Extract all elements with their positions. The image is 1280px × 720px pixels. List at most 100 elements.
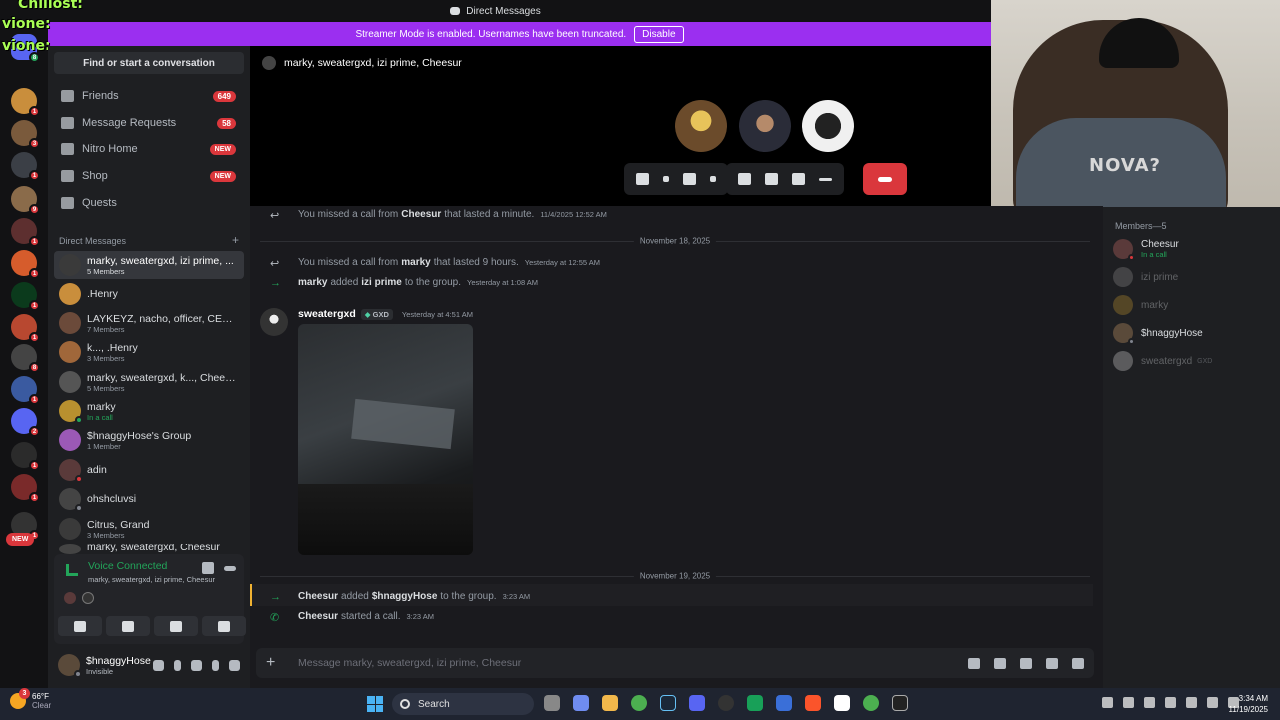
terminal-icon[interactable] <box>892 695 908 711</box>
nav-friends[interactable]: Friends 649 <box>54 84 244 108</box>
gear-icon[interactable] <box>229 659 240 671</box>
nav-message-requests[interactable]: Message Requests 58 <box>54 111 244 135</box>
server-icon[interactable]: 9 <box>11 186 40 215</box>
image-attachment[interactable] <box>298 324 473 555</box>
message-user[interactable]: Cheesur <box>298 611 338 622</box>
camera-button[interactable] <box>58 616 102 636</box>
chevron-down-icon[interactable] <box>710 176 716 182</box>
chrome-icon[interactable] <box>631 695 647 711</box>
add-attachment-button[interactable]: + <box>266 654 284 672</box>
chevron-down-icon[interactable] <box>174 659 181 671</box>
server-icon[interactable]: 1 <box>11 250 40 279</box>
screen-share-icon[interactable] <box>738 173 751 185</box>
server-icon[interactable]: 1 <box>11 88 40 117</box>
nav-quests[interactable]: Quests <box>54 191 244 215</box>
clock[interactable]: 3:34 AM 11/19/2025 <box>1222 693 1268 715</box>
powershell-icon[interactable] <box>776 695 792 711</box>
app-icon[interactable] <box>747 695 763 711</box>
taskbar-search[interactable]: Search <box>392 693 534 715</box>
participant-tile[interactable] <box>802 100 854 152</box>
message-input[interactable] <box>298 657 898 669</box>
message-user[interactable]: izi prime <box>361 277 402 288</box>
dm-item[interactable]: ohshcluvsi <box>54 485 244 513</box>
soundboard-icon[interactable] <box>792 173 805 185</box>
server-icon[interactable]: 1 <box>11 442 40 471</box>
more-icon[interactable] <box>819 177 832 181</box>
headphones-icon[interactable] <box>191 659 202 671</box>
sticker-icon[interactable] <box>1020 657 1032 669</box>
home-button[interactable]: 8 <box>11 34 40 63</box>
chevron-up-icon[interactable] <box>1102 697 1113 708</box>
member-item[interactable]: $hnaggyHose <box>1113 321 1273 345</box>
chrome-icon[interactable] <box>863 695 879 711</box>
chevron-down-icon[interactable] <box>663 176 669 182</box>
participant-tile[interactable] <box>739 100 791 152</box>
app-icon[interactable] <box>834 695 850 711</box>
microphone-icon[interactable] <box>636 173 649 185</box>
member-item[interactable]: izi prime <box>1113 265 1273 289</box>
dm-item[interactable]: LAYKEYZ, nacho, officer, CEO... 7 Members <box>54 309 244 337</box>
find-conversation-button[interactable]: Find or start a conversation <box>54 52 244 74</box>
message-user[interactable]: marky <box>401 257 430 268</box>
dm-item[interactable]: marky, sweatergxd, izi prime, ... 5 Membe… <box>54 251 244 279</box>
emoji-icon[interactable] <box>1046 657 1058 669</box>
gift-icon[interactable] <box>968 657 980 669</box>
server-icon[interactable]: 1 <box>11 218 40 247</box>
tray-app-icon[interactable] <box>1165 697 1176 708</box>
server-icon[interactable]: 2 <box>11 408 40 437</box>
chevron-down-icon[interactable] <box>212 659 219 671</box>
nav-nitro-home[interactable]: Nitro Home NEW <box>54 137 244 161</box>
server-icon[interactable]: 1 <box>11 152 40 181</box>
create-dm-button[interactable]: + <box>232 234 239 246</box>
member-item[interactable]: Cheesur In a call <box>1113 237 1273 261</box>
message-user[interactable]: marky <box>298 277 327 288</box>
member-item[interactable]: marky <box>1113 293 1273 317</box>
server-icon[interactable]: 8 <box>11 344 40 373</box>
dm-item[interactable]: k..., .Henry 3 Members <box>54 338 244 366</box>
user-panel[interactable]: $hnaggyHose Invisible <box>54 648 244 682</box>
server-icon[interactable]: 1 <box>11 282 40 311</box>
file-explorer-icon[interactable] <box>602 695 618 711</box>
dm-item[interactable]: marky, sweatergxd, Cheesur <box>54 544 244 554</box>
tray-app-icon[interactable] <box>1123 697 1134 708</box>
server-icon[interactable]: 1 <box>11 314 40 343</box>
weather-widget[interactable]: 3 66°F Clear <box>10 688 51 710</box>
dm-item[interactable]: .Henry <box>54 280 244 308</box>
microphone-icon[interactable] <box>153 659 164 671</box>
disable-streamer-mode-button[interactable]: Disable <box>634 25 684 43</box>
message-user[interactable]: Cheesur <box>401 209 441 220</box>
nav-shop[interactable]: Shop NEW <box>54 164 244 188</box>
noise-suppression-icon[interactable] <box>202 562 214 574</box>
task-view-icon[interactable] <box>544 695 560 711</box>
dm-item[interactable]: Citrus, Grand 3 Members <box>54 515 244 543</box>
message-user[interactable]: $hnaggyHose <box>372 591 438 602</box>
activities-icon[interactable] <box>765 173 778 185</box>
server-icon[interactable]: 1 <box>11 376 40 405</box>
server-icon[interactable]: 3 <box>11 120 40 149</box>
dm-item[interactable]: marky, sweatergxd, k..., Chees... 5 Membe… <box>54 368 244 396</box>
message-author[interactable]: sweatergxd <box>298 308 356 320</box>
soundboard-button[interactable] <box>202 616 246 636</box>
leave-call-button[interactable] <box>863 163 907 195</box>
message-user[interactable]: Cheesur <box>298 591 338 602</box>
steam-icon[interactable] <box>660 695 676 711</box>
participant-tile[interactable] <box>675 100 727 152</box>
avatar[interactable] <box>260 308 288 336</box>
tray-app-icon[interactable] <box>1144 697 1155 708</box>
camera-off-icon[interactable] <box>683 173 696 185</box>
discord-icon[interactable] <box>689 695 705 711</box>
start-button[interactable] <box>367 696 383 712</box>
gif-icon[interactable] <box>994 657 1006 669</box>
wifi-icon[interactable] <box>1207 697 1218 708</box>
voice-status[interactable]: Voice Connected <box>88 560 167 572</box>
microphone-icon[interactable] <box>1186 697 1197 708</box>
dm-item[interactable]: marky In a call <box>54 397 244 425</box>
disconnect-icon[interactable] <box>224 566 236 571</box>
obs-icon[interactable] <box>718 695 734 711</box>
dm-item[interactable]: adin <box>54 456 244 484</box>
dm-item[interactable]: $hnaggyHose's Group 1 Member <box>54 426 244 454</box>
activities-button[interactable] <box>154 616 198 636</box>
copilot-icon[interactable] <box>573 695 589 711</box>
apps-icon[interactable] <box>1072 657 1084 669</box>
screen-share-button[interactable] <box>106 616 150 636</box>
